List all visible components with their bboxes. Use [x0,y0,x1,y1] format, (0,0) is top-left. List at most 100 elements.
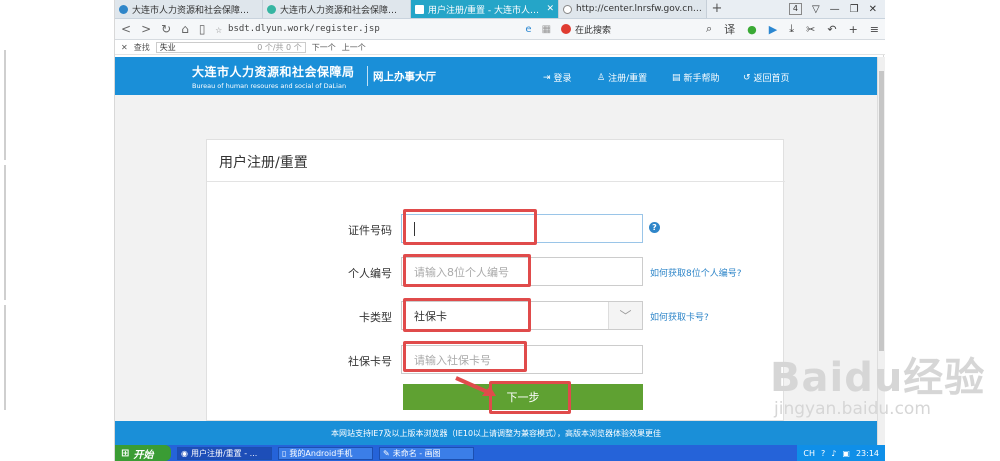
brand-divider [367,66,368,86]
red-highlight-box [403,298,531,332]
tab-api-url[interactable]: http://center.lnrsfw.gov.cn/api/v [559,0,707,18]
tab-count-badge[interactable]: 4 [788,3,802,15]
tab-label: 大连市人力资源和社会保障局 - 网上 [280,5,406,16]
personal-number-help-link[interactable]: 如何获取8位个人编号? [650,266,742,279]
search-engine-icon [561,24,572,34]
tab-label: http://center.lnrsfw.gov.cn/api/v [576,4,702,14]
nav-home[interactable]: ↺ 返回首页 [743,71,790,85]
taskbar-item-label: 用户注册/重置 - ... [190,448,258,458]
system-tray: CH ? ♪ ▣ 23:14 [797,445,885,461]
translate-icon[interactable]: 译 [724,21,735,37]
return-icon: ↺ [743,72,751,83]
chevron-down-icon[interactable]: ﹀ [608,302,642,329]
tab-register[interactable]: 用户注册/重置 - 大连市人力资源和 ✕ [411,0,559,18]
login-icon: ⇥ [543,72,551,83]
site-favicon-icon [267,4,276,14]
page-title: 用户注册/重置 [219,155,308,171]
nav-login[interactable]: ⇥ 登录 [543,71,572,85]
taskbar-item-browser[interactable]: ◉ 用户注册/重置 - ... [177,446,272,460]
globe-icon [563,4,572,14]
maximize-button[interactable]: ❐ [850,4,859,15]
star-icon[interactable]: ☆ [215,23,222,36]
wechat-icon[interactable]: ● [747,23,757,36]
tab-label: 大连市人力资源和社会保障局_百度搜 [132,5,258,16]
taskbar-item-label: 我的Android手机 [289,448,353,458]
nav-register[interactable]: ♙ 注册/重置 [597,71,647,85]
minimize-button[interactable]: — [830,4,840,15]
find-prev-button[interactable]: 上一个 [342,42,366,53]
start-label: 开始 [133,449,154,461]
help-question-icon[interactable]: ? [649,222,660,233]
close-window-button[interactable]: ✕ [869,4,877,15]
browser-window: 大连市人力资源和社会保障局_百度搜 大连市人力资源和社会保障局 - 网上 用户注… [114,0,885,461]
watermark-logo: Baidu经验 [770,355,986,401]
nav-home-label: 返回首页 [753,74,790,84]
forward-icon[interactable]: > [141,22,151,36]
shield-icon[interactable]: ▽ [812,4,820,15]
start-button[interactable]: ⊞ 开始 [115,445,171,461]
windows-logo-icon: ⊞ [121,447,130,459]
os-taskbar: ⊞ 开始 ◉ 用户注册/重置 - ... ▯ 我的Android手机 ✎ 未命名… [115,445,885,461]
screenshot: 大连市人力资源和社会保障局_百度搜 大连市人力资源和社会保障局 - 网上 用户注… [0,0,1000,461]
new-tab-button[interactable]: + [707,0,727,18]
network-icon[interactable]: ▣ [842,449,850,458]
url-text: bsdt.dlyun.work/register.jsp [228,24,380,34]
red-highlight-box [403,209,537,245]
home-icon[interactable]: ⌂ [181,22,189,36]
volume-icon[interactable]: ♪ [831,449,836,458]
field-label: 证件号码 [348,224,392,237]
right-toolbar: ⌕ 译 ● ▶ ⤓ ✂ ↶ + ≡ [706,21,879,37]
back-icon[interactable]: < [121,22,131,36]
scrollbar-thumb[interactable] [879,71,884,351]
search-icon[interactable]: ⌕ [706,22,712,36]
taskbar-item-label: 未命名 - 画图 [392,448,441,458]
add-icon[interactable]: + [849,23,858,36]
help-icon[interactable]: ? [821,449,825,458]
nav-help[interactable]: ▤ 新手帮助 [672,71,720,85]
tab-label: 用户注册/重置 - 大连市人力资源和 [428,5,547,16]
search-engine-box[interactable]: 在此搜索 [561,23,673,36]
red-pointer-arrow-icon [455,376,496,396]
download-icon[interactable]: ⤓ [789,22,794,36]
find-close-icon[interactable]: ✕ [121,43,128,52]
red-highlight-box [403,341,527,372]
paint-icon: ✎ [383,448,390,458]
field-label: 卡类型 [359,311,392,324]
find-query: 失业 [159,42,176,52]
tab-hrss-site[interactable]: 大连市人力资源和社会保障局 - 网上 [263,0,411,18]
browser-icon: ◉ [181,448,188,458]
card-number-help-link[interactable]: 如何获取卡号? [650,310,709,323]
url-field[interactable]: ☆ bsdt.dlyun.work/register.jsp [215,22,515,37]
footer-text: 本网站支持IE7及以上版本浏览器（IE10以上请调整为兼容模式），高版本浏览器体… [330,428,662,438]
undo-icon[interactable]: ↶ [827,23,836,36]
site-section-title: 网上办事大厅 [373,71,436,83]
side-tick [4,165,6,300]
play-icon[interactable]: ▶ [769,23,777,36]
phone-icon: ▯ [282,448,287,458]
taskbar-item-paint[interactable]: ✎ 未命名 - 画图 [379,446,474,460]
site-brand[interactable]: 大连市人力资源和社会保障局 Bureau of human resoures a… [192,63,355,90]
tab-baidu-search[interactable]: 大连市人力资源和社会保障局_百度搜 [115,0,263,18]
find-count: 0 个/共 0 个 [257,42,302,52]
tab-close-icon[interactable]: ✕ [546,4,554,14]
nav-help-label: 新手帮助 [683,74,720,84]
book-icon: ▤ [672,72,681,83]
menu-icon[interactable]: ≡ [870,23,879,36]
ie-mode-icon[interactable]: e [525,24,531,35]
taskbar-item-android[interactable]: ▯ 我的Android手机 [278,446,373,460]
find-input[interactable]: 失业 0 个/共 0 个 [155,41,306,53]
clock[interactable]: 23:14 [856,449,879,458]
window-controls: 4 ▽ — ❐ ✕ [788,0,885,18]
site-header: 大连市人力资源和社会保障局 Bureau of human resoures a… [115,57,877,95]
side-tick [4,50,6,160]
page-favicon-icon [415,4,424,14]
nav-login-label: 登录 [553,74,572,84]
reading-icon[interactable]: ▯ [199,22,206,36]
find-next-button[interactable]: 下一个 [312,42,336,53]
grid-icon[interactable]: ▦ [542,24,551,35]
reload-icon[interactable]: ↻ [161,22,171,36]
scissors-icon[interactable]: ✂ [806,23,815,36]
user-icon: ♙ [597,72,606,83]
ime-indicator[interactable]: CH [803,449,815,458]
field-label: 社保卡号 [348,355,392,368]
